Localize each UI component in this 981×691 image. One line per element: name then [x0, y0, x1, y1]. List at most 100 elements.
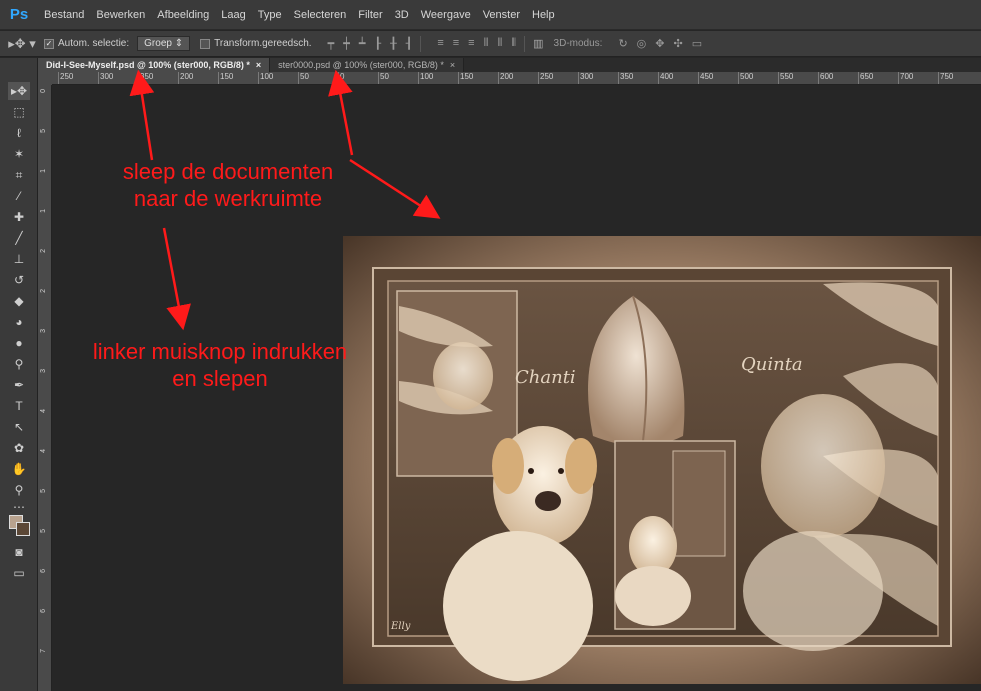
clone-stamp-icon[interactable]: ⊥: [8, 250, 30, 268]
menu-weergave[interactable]: Weergave: [415, 0, 477, 30]
options-bar: ▸✥ ▾ ✓ Autom. selectie: Groep ⇕ Transfor…: [0, 31, 981, 57]
menu-help[interactable]: Help: [526, 0, 561, 30]
transform-controls-checkbox[interactable]: [200, 38, 211, 49]
auto-align-icon[interactable]: ▥: [533, 37, 543, 50]
ruler-label: 0: [340, 72, 345, 81]
ruler-label: 100: [420, 72, 434, 81]
marquee-tool-icon[interactable]: ⬚: [8, 103, 30, 121]
dodge-tool-icon[interactable]: ⚲: [8, 355, 30, 373]
type-tool-icon[interactable]: T: [8, 397, 30, 415]
ruler-label: 200: [500, 72, 514, 81]
paint-bucket-icon[interactable]: ◕: [8, 313, 30, 331]
hand-tool-icon[interactable]: ✋: [8, 460, 30, 478]
lasso-tool-icon[interactable]: ℓ: [8, 124, 30, 142]
annotation-line: en slepen: [172, 366, 268, 391]
ruler-label: 50: [380, 72, 389, 81]
ruler-tick: [778, 72, 779, 84]
horizontal-ruler[interactable]: 250 300 350 200 150 100 50 0 50 100 150 200 250 300 35…: [52, 72, 981, 85]
ruler-label: 3: [40, 329, 47, 333]
brush-tool-icon[interactable]: ╱: [8, 229, 30, 247]
menu-filter[interactable]: Filter: [352, 0, 388, 30]
quick-mask-icon[interactable]: ◙: [8, 543, 30, 561]
ruler-label: 2: [40, 249, 47, 253]
pen-tool-icon[interactable]: ✒: [8, 376, 30, 394]
distribute-top-icon[interactable]: ≡: [437, 37, 443, 50]
ruler-label: 1: [40, 169, 47, 173]
ruler-label: 600: [820, 72, 834, 81]
menu-venster[interactable]: Venster: [477, 0, 526, 30]
ruler-label: 650: [860, 72, 874, 81]
ruler-label: 100: [260, 72, 274, 81]
healing-brush-icon[interactable]: ✚: [8, 208, 30, 226]
distribute-vcenter-icon[interactable]: ≡: [453, 37, 459, 50]
auto-select-label: Autom. selectie:: [58, 38, 130, 49]
close-icon[interactable]: ×: [256, 58, 261, 72]
ruler-label: 350: [140, 72, 154, 81]
align-bottom-icon[interactable]: ┷: [359, 37, 366, 50]
ruler-label: 350: [620, 72, 634, 81]
close-icon[interactable]: ×: [450, 58, 455, 72]
ruler-label: 6: [40, 569, 47, 573]
document-canvas[interactable]: Chanti Quinta Elly: [343, 236, 981, 684]
document-tabs: Did-I-See-Myself.psd @ 100% (ster000, RG…: [38, 58, 981, 72]
align-hcenter-icon[interactable]: ╂: [390, 37, 397, 50]
distribute-right-icon[interactable]: ⦀: [511, 37, 516, 50]
3d-roll-icon[interactable]: ◎: [637, 37, 647, 50]
transform-controls-label: Transform.gereedsch.: [214, 38, 312, 49]
menu-laag[interactable]: Laag: [215, 0, 251, 30]
distribute-left-icon[interactable]: ⦀: [484, 37, 489, 50]
more-tools-icon[interactable]: ⋯: [8, 498, 30, 516]
ruler-label: 4: [40, 409, 47, 413]
menu-selecteren[interactable]: Selecteren: [288, 0, 353, 30]
menu-bewerken[interactable]: Bewerken: [90, 0, 151, 30]
auto-select-checkbox[interactable]: ✓: [44, 38, 54, 49]
ruler-label: 6: [40, 609, 47, 613]
path-selection-icon[interactable]: ↖: [8, 418, 30, 436]
eyedropper-icon[interactable]: ⁄: [8, 187, 30, 205]
ruler-tick: [458, 72, 459, 84]
blur-tool-icon[interactable]: ●: [8, 334, 30, 352]
history-brush-icon[interactable]: ↺: [8, 271, 30, 289]
ruler-tick: [138, 72, 139, 84]
separator: [420, 35, 422, 52]
move-tool-icon[interactable]: ▸✥: [8, 82, 30, 100]
menu-bestand[interactable]: Bestand: [38, 0, 90, 30]
ruler-label: 250: [540, 72, 554, 81]
magic-wand-icon[interactable]: ✶: [8, 145, 30, 163]
ruler-label: 5: [40, 129, 47, 133]
menu-type[interactable]: Type: [252, 0, 288, 30]
ruler-label: 400: [660, 72, 674, 81]
screen-mode-icon[interactable]: ▭: [8, 564, 30, 582]
3d-scale-icon[interactable]: ▭: [692, 37, 702, 50]
tab-did-i-see-myself[interactable]: Did-I-See-Myself.psd @ 100% (ster000, RG…: [38, 58, 271, 72]
eraser-icon[interactable]: ◆: [8, 292, 30, 310]
auto-select-dropdown[interactable]: Groep ⇕: [137, 36, 191, 51]
ruler-tick: [378, 72, 379, 84]
ruler-tick: [218, 72, 219, 84]
arrow-to-tab-2: [328, 69, 354, 156]
move-tool-icon[interactable]: ▸✥ ▾: [0, 36, 44, 52]
menu-afbeelding[interactable]: Afbeelding: [151, 0, 215, 30]
ruler-tick: [538, 72, 539, 84]
background-color-swatch[interactable]: [16, 522, 30, 536]
align-right-icon[interactable]: ┨: [406, 37, 413, 50]
menu-3d[interactable]: 3D: [389, 0, 415, 30]
3d-rotate-icon[interactable]: ↻: [618, 37, 627, 50]
ruler-tick: [258, 72, 259, 84]
3d-drag-icon[interactable]: ✥: [655, 37, 664, 50]
ruler-label: 7: [40, 649, 47, 653]
zoom-tool-icon[interactable]: ⚲: [8, 481, 30, 499]
ruler-label: 5: [40, 529, 47, 533]
ruler-label: 200: [180, 72, 194, 81]
ruler-label: 300: [100, 72, 114, 81]
ruler-tick: [98, 72, 99, 84]
distribute-bottom-icon[interactable]: ≡: [468, 37, 474, 50]
tab-ster0000[interactable]: ster0000.psd @ 100% (ster000, RGB/8) * ×: [270, 58, 465, 72]
align-left-icon[interactable]: ┠: [374, 37, 381, 50]
3d-slide-icon[interactable]: ✣: [673, 37, 682, 50]
align-top-icon[interactable]: ┯: [328, 37, 335, 50]
align-vcenter-icon[interactable]: ┿: [343, 37, 350, 50]
crop-tool-icon[interactable]: ⌗: [8, 166, 30, 184]
shape-tool-icon[interactable]: ✿: [8, 439, 30, 457]
distribute-hcenter-icon[interactable]: ⦀: [497, 37, 502, 50]
